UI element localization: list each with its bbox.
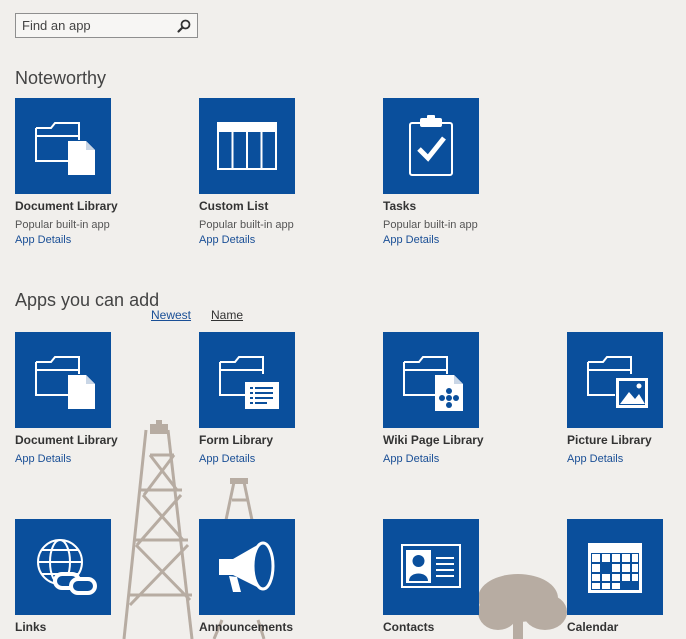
custom-list-icon xyxy=(217,122,277,170)
app-name[interactable]: Form Library xyxy=(199,433,349,447)
contacts-tile[interactable] xyxy=(383,519,479,615)
document-library-icon xyxy=(35,122,95,175)
wiki-page-library-icon xyxy=(403,356,463,411)
app-calendar[interactable]: Calendar xyxy=(567,519,686,634)
noteworthy-app-custom-list[interactable]: Custom List Popular built-in app App Det… xyxy=(199,98,349,246)
app-name[interactable]: Document Library xyxy=(15,433,165,447)
app-name[interactable]: Document Library xyxy=(15,199,165,213)
document-library-icon xyxy=(35,356,95,409)
announcements-megaphone-icon xyxy=(219,541,275,592)
tasks-tile[interactable] xyxy=(383,98,479,194)
app-details-link[interactable]: App Details xyxy=(15,453,165,465)
noteworthy-app-tasks[interactable]: Tasks Popular built-in app App Details xyxy=(383,98,533,246)
app-name[interactable]: Picture Library xyxy=(567,433,686,447)
app-name[interactable]: Links xyxy=(15,620,165,634)
app-details-link[interactable]: App Details xyxy=(199,453,349,465)
app-document-library[interactable]: Document Library App Details xyxy=(15,332,165,465)
form-library-icon xyxy=(219,356,279,409)
links-globe-icon xyxy=(37,539,97,595)
picture-library-icon xyxy=(587,356,648,408)
app-name[interactable]: Announcements xyxy=(199,620,349,634)
contacts-card-icon xyxy=(401,544,461,588)
app-details-link[interactable]: App Details xyxy=(383,453,533,465)
app-form-library[interactable]: Form Library App Details xyxy=(199,332,349,465)
noteworthy-app-document-library[interactable]: Document Library Popular built-in app Ap… xyxy=(15,98,165,246)
app-contacts[interactable]: Contacts xyxy=(383,519,533,634)
tasks-clipboard-icon xyxy=(409,115,453,176)
links-tile[interactable] xyxy=(15,519,111,615)
app-name[interactable]: Calendar xyxy=(567,620,686,634)
app-subtitle: Popular built-in app xyxy=(15,219,110,231)
app-subtitle: Popular built-in app xyxy=(199,219,294,231)
find-app-search-box[interactable] xyxy=(15,13,198,38)
sort-newest-link[interactable]: Newest xyxy=(151,308,191,322)
app-subtitle: Popular built-in app xyxy=(383,219,478,231)
sort-name-link[interactable]: Name xyxy=(211,308,243,322)
app-details-link[interactable]: App Details xyxy=(567,453,686,465)
app-details-link[interactable]: App Details xyxy=(199,234,349,246)
document-library-tile[interactable] xyxy=(15,332,111,428)
announcements-tile[interactable] xyxy=(199,519,295,615)
app-details-link[interactable]: App Details xyxy=(15,234,165,246)
wiki-page-library-tile[interactable] xyxy=(383,332,479,428)
app-announcements[interactable]: Announcements xyxy=(199,519,349,634)
picture-library-tile[interactable] xyxy=(567,332,663,428)
calendar-icon xyxy=(588,543,642,593)
search-icon[interactable] xyxy=(176,18,192,34)
app-details-link[interactable]: App Details xyxy=(383,234,533,246)
noteworthy-heading: Noteworthy xyxy=(15,68,107,88)
document-library-tile[interactable] xyxy=(15,98,111,194)
calendar-tile[interactable] xyxy=(567,519,663,615)
apps-you-can-add-heading: Apps you can add xyxy=(15,290,160,310)
form-library-tile[interactable] xyxy=(199,332,295,428)
app-name[interactable]: Contacts xyxy=(383,620,533,634)
app-picture-library[interactable]: Picture Library App Details xyxy=(567,332,686,465)
find-app-input[interactable] xyxy=(16,14,180,37)
app-name[interactable]: Tasks xyxy=(383,199,533,213)
app-name[interactable]: Wiki Page Library xyxy=(383,433,533,447)
custom-list-tile[interactable] xyxy=(199,98,295,194)
app-wiki-page-library[interactable]: Wiki Page Library App Details xyxy=(383,332,533,465)
app-links[interactable]: Links xyxy=(15,519,165,634)
app-name[interactable]: Custom List xyxy=(199,199,349,213)
